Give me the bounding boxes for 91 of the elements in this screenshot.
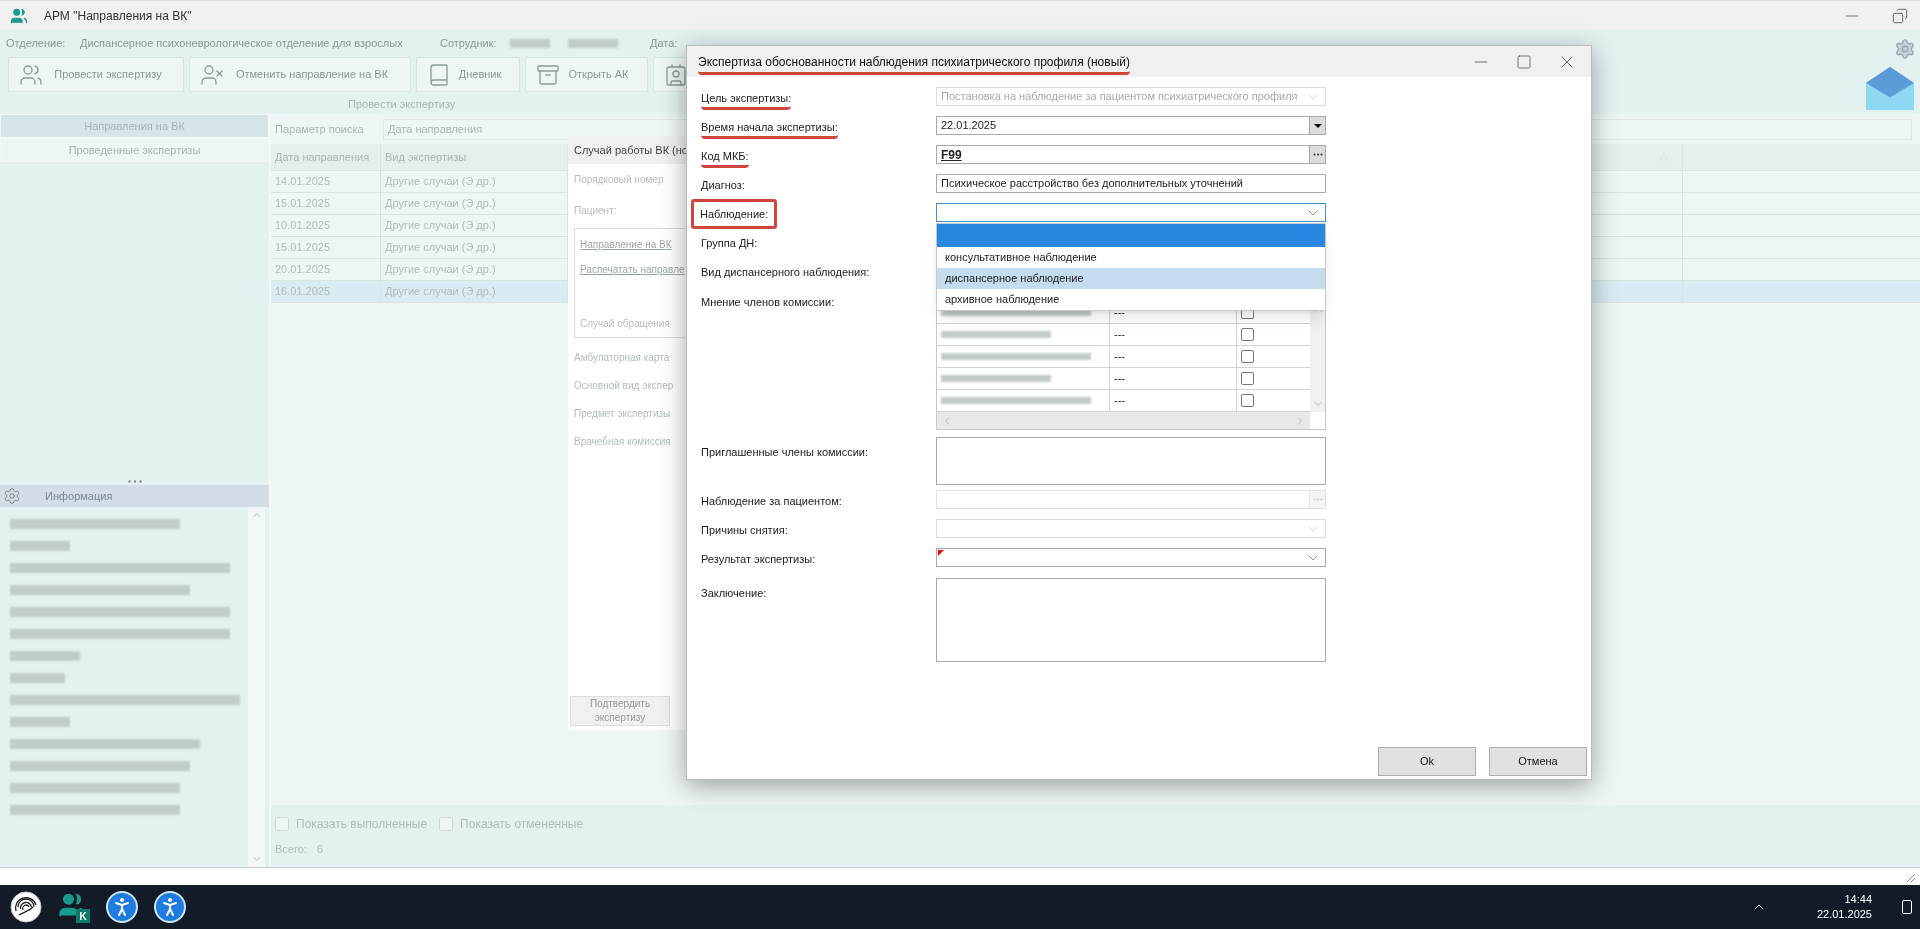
employee-label: Сотрудник:	[440, 36, 498, 52]
blurred-text	[10, 651, 80, 661]
info-panel-title: Информация	[45, 488, 113, 504]
case-field-label: Порядковый номер	[574, 173, 665, 187]
table-cell: 20.01.2025	[271, 259, 381, 280]
table-cell: 14.01.2025	[271, 171, 381, 192]
dialog-button[interactable]: Отмена	[1489, 747, 1587, 776]
field-label: Код МКБ:	[701, 149, 749, 168]
field-label: Результат экспертизы:	[701, 552, 816, 565]
toolbar-button[interactable]: Отменить направление на ВК	[189, 57, 411, 92]
archive-icon	[536, 62, 560, 87]
toolbar-caption: Провести экспертизу	[348, 96, 456, 112]
field-label: Группа ДН:	[701, 236, 758, 249]
table-cell: ---	[1110, 324, 1237, 345]
date-label: Дата:	[650, 36, 678, 52]
table-cell: 10.01.2025	[271, 215, 381, 236]
department-value: Диспансерное психоневрологическое отделение для взрослых	[80, 36, 404, 52]
checkbox[interactable]	[1241, 350, 1254, 363]
clock-date[interactable]: 22.01.2025	[1816, 907, 1872, 922]
case-field-label: Амбулаторная карта	[574, 351, 671, 365]
splitter-grip-icon[interactable]	[127, 479, 142, 483]
card-person-icon	[664, 62, 688, 87]
case-field-label: Пациент:	[574, 204, 618, 218]
settings-icon[interactable]	[1894, 38, 1916, 60]
table-cell: ---	[1110, 368, 1237, 389]
checkbox[interactable]	[1241, 394, 1254, 407]
lookup-field[interactable]: F99	[936, 145, 1326, 164]
column-header[interactable]: Дата направления	[271, 144, 381, 170]
toolbar-button[interactable]: Провести экспертизу	[8, 57, 184, 92]
checkbox[interactable]	[1241, 372, 1254, 385]
app-logo-icon	[10, 6, 28, 25]
settings-icon[interactable]	[3, 487, 21, 505]
table-cell: ---	[1110, 346, 1237, 367]
blurred-text	[10, 673, 65, 683]
case-field-label: Врачебная комиссия	[574, 435, 672, 449]
users-icon	[19, 62, 43, 87]
dropdown-field[interactable]	[936, 203, 1326, 222]
diagnosis-field[interactable]: Психическое расстройство без дополнительных уточнений	[936, 174, 1326, 193]
blurred-text	[510, 39, 550, 48]
dropdown-option[interactable]: консультативное наблюдение	[937, 247, 1325, 268]
field-label: Вид диспансерного наблюдения:	[701, 265, 870, 278]
text-area[interactable]	[936, 578, 1326, 662]
confirm-button[interactable]: Подтвердить экспертизу	[570, 696, 670, 726]
clock-time[interactable]: 14:44	[1844, 892, 1872, 907]
field-label: Цель экспертизы:	[701, 91, 792, 110]
toolbar-button[interactable]: Дневник	[416, 57, 520, 92]
vertical-scrollbar[interactable]	[248, 507, 265, 867]
horizontal-scrollbar[interactable]	[937, 412, 1310, 429]
table-cell: 15.01.2025	[271, 193, 381, 214]
blurred-text	[568, 39, 618, 48]
field-label: Наблюдение:	[691, 198, 778, 229]
notifications-icon[interactable]	[1902, 900, 1912, 914]
date-field[interactable]: 22.01.2025	[936, 116, 1326, 135]
case-field-label: Основной вид экспер	[574, 379, 675, 393]
toolbar-button[interactable]: Открыть АК	[525, 57, 648, 92]
checkbox[interactable]	[1241, 328, 1254, 341]
restore-icon[interactable]	[1892, 7, 1908, 24]
dialog-button[interactable]: Ok	[1378, 747, 1476, 776]
field-label: Мнение членов комиссии:	[701, 296, 835, 308]
dropdown-option[interactable]: диспансерное наблюдение	[937, 268, 1325, 289]
dropdown-field[interactable]	[936, 548, 1326, 567]
search-label: Параметр поиска	[274, 121, 365, 137]
envelope-icon[interactable]	[1865, 66, 1915, 112]
department-label: Отделение:	[6, 36, 67, 52]
case-field-label: Случай обращения	[580, 317, 671, 331]
browse-button[interactable]	[1309, 146, 1325, 163]
fingerprint-icon[interactable]	[10, 891, 42, 923]
required-marker-icon	[938, 550, 944, 556]
field-label: Время начала экспертизы:	[701, 120, 838, 139]
blurred-text	[10, 717, 70, 727]
field-label: Причины снятия:	[701, 523, 788, 536]
book-icon	[427, 62, 451, 87]
field-label: Заключение:	[701, 587, 767, 599]
field-label: Наблюдение за пациентом:	[701, 494, 842, 507]
field-label: Диагноз:	[701, 178, 745, 191]
ellipsis-icon	[1312, 498, 1323, 501]
ellipsis-icon	[1312, 153, 1323, 156]
blurred-text	[10, 541, 70, 551]
text-area[interactable]	[936, 437, 1326, 485]
accessibility-icon[interactable]	[106, 891, 138, 923]
user-x-icon	[200, 62, 224, 87]
resize-grip-icon[interactable]	[1906, 873, 1916, 883]
field-label: Приглашенные члены комиссии:	[701, 446, 869, 458]
table-cell: 15.01.2025	[271, 237, 381, 258]
window-title: АРМ "Направления на ВК"	[44, 7, 192, 25]
table-cell: ---	[1110, 390, 1237, 411]
case-field-label: Предмет экспертизы	[574, 407, 672, 421]
accessibility-icon[interactable]	[154, 891, 186, 923]
maximize-icon[interactable]	[1516, 53, 1532, 70]
left-panel-tab[interactable]: Проведенные экспертизы	[0, 138, 269, 162]
dialog-title: Экспертиза обоснованности наблюдения психиатрического профиля (новый)	[698, 52, 1130, 75]
